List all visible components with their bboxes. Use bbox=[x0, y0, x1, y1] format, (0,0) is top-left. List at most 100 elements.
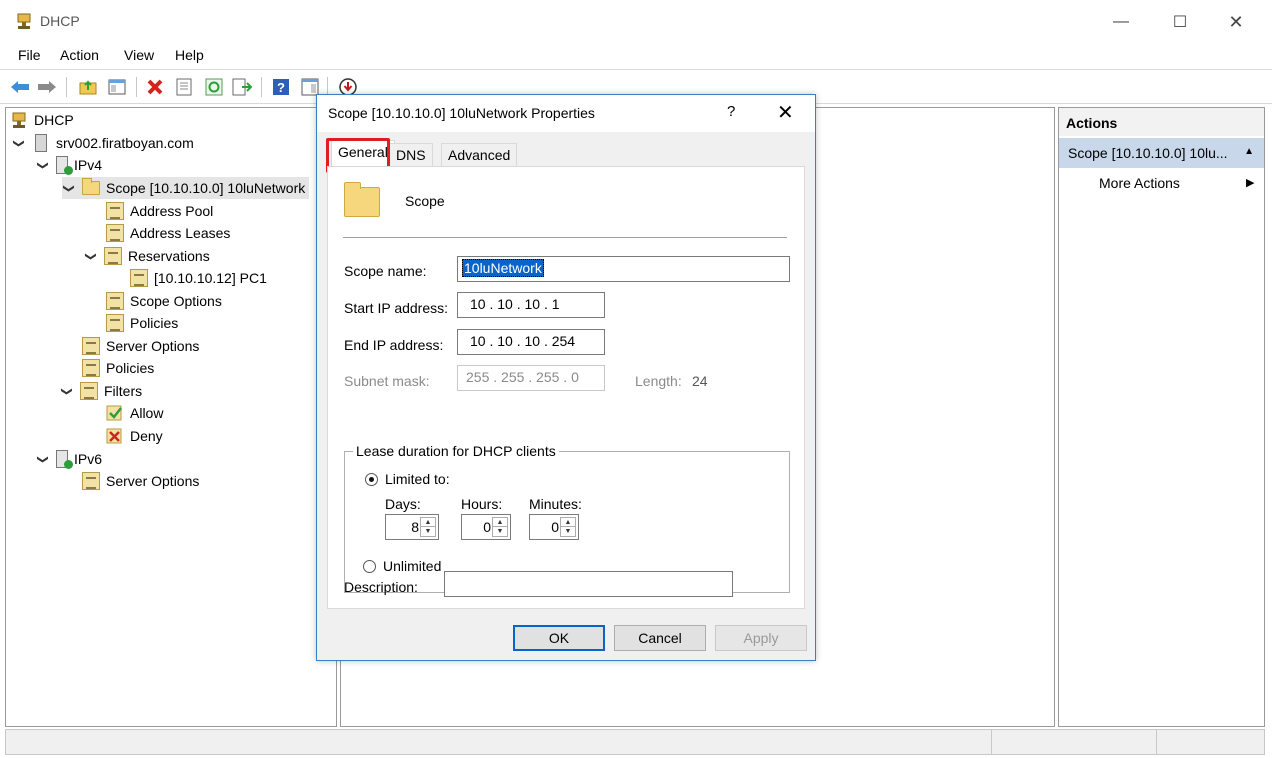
tree-item-dhcp[interactable]: DHCP bbox=[10, 109, 74, 131]
dialog-help-button[interactable]: ? bbox=[727, 103, 735, 120]
chevron-down-icon[interactable]: ❯ bbox=[61, 384, 74, 398]
close-window-button[interactable]: ✕ bbox=[1213, 8, 1259, 36]
description-label: Description: bbox=[344, 579, 418, 595]
tree-item-filters[interactable]: ❯ Filters bbox=[60, 380, 142, 402]
allow-icon bbox=[106, 405, 122, 421]
spin-down-icon[interactable]: ▼ bbox=[493, 527, 507, 536]
forward-arrow-icon[interactable] bbox=[36, 76, 58, 98]
end-ip-label: End IP address: bbox=[344, 337, 444, 353]
cancel-button[interactable]: Cancel bbox=[614, 625, 706, 651]
scope-properties-dialog: Scope [10.10.10.0] 10luNetwork Propertie… bbox=[316, 94, 816, 661]
tree-label: Reservations bbox=[128, 248, 210, 264]
menu-action[interactable]: Action bbox=[58, 47, 101, 63]
chevron-down-icon[interactable]: ❯ bbox=[13, 136, 26, 150]
dialog-close-button[interactable]: ✕ bbox=[777, 100, 794, 125]
spin-up-icon[interactable]: ▲ bbox=[561, 518, 575, 527]
tree-item-server-options[interactable]: Server Options bbox=[82, 335, 199, 357]
tree-label: Address Leases bbox=[130, 225, 231, 241]
minimize-button[interactable]: — bbox=[1098, 8, 1144, 36]
tree-item-ipv6[interactable]: ❯ IPv6 bbox=[36, 448, 102, 470]
actions-scope-section[interactable]: Scope [10.10.10.0] 10lu... ▲ bbox=[1059, 138, 1264, 168]
tree-item-ipv6-server-options[interactable]: Server Options bbox=[82, 470, 199, 492]
general-tab-panel: Scope Scope name: 10luNetwork Start IP a… bbox=[327, 166, 805, 609]
tree-item-ipv4[interactable]: ❯ IPv4 bbox=[36, 154, 102, 176]
more-actions-item[interactable]: More Actions bbox=[1099, 175, 1180, 191]
filters-icon bbox=[80, 382, 98, 400]
chevron-down-icon[interactable]: ❯ bbox=[37, 452, 50, 466]
actions-pane: Actions Scope [10.10.10.0] 10lu... ▲ Mor… bbox=[1058, 107, 1265, 727]
menu-view[interactable]: View bbox=[122, 47, 156, 63]
spin-down-icon[interactable]: ▼ bbox=[421, 527, 435, 536]
end-ip-field[interactable]: 10 . 10 . 10 . 254 bbox=[457, 329, 605, 355]
lease-duration-legend: Lease duration for DHCP clients bbox=[353, 443, 559, 459]
hours-label: Hours: bbox=[461, 496, 503, 512]
server-options-icon bbox=[82, 472, 100, 490]
scope-options-icon bbox=[106, 292, 124, 310]
start-ip-field[interactable]: 10 . 10 . 10 . 1 bbox=[457, 292, 605, 318]
tree-item-scope-options[interactable]: Scope Options bbox=[106, 290, 222, 312]
tree-label: Policies bbox=[130, 315, 179, 331]
toolbar-separator bbox=[136, 77, 137, 97]
tree-label: IPv6 bbox=[74, 451, 103, 467]
tree-item-policies[interactable]: Policies bbox=[82, 357, 154, 379]
unlimited-label: Unlimited bbox=[383, 558, 442, 574]
tree-item-address-pool[interactable]: Address Pool bbox=[106, 200, 213, 222]
minutes-spin-buttons[interactable]: ▲ ▼ bbox=[560, 517, 576, 537]
dhcp-app-icon bbox=[17, 13, 31, 29]
subnet-mask-field: 255 . 255 . 255 . 0 bbox=[457, 365, 605, 391]
tree-label: Server Options bbox=[106, 473, 200, 489]
reservation-icon bbox=[130, 269, 148, 287]
tree-item-address-leases[interactable]: Address Leases bbox=[106, 222, 230, 244]
back-arrow-icon[interactable] bbox=[9, 76, 31, 98]
days-spin-buttons[interactable]: ▲ ▼ bbox=[420, 517, 436, 537]
show-hide-tree-icon[interactable] bbox=[106, 76, 128, 98]
description-field[interactable] bbox=[444, 571, 733, 597]
tree-item-reservations[interactable]: ❯ Reservations bbox=[84, 245, 210, 267]
help-icon[interactable]: ? bbox=[270, 76, 292, 98]
subnet-mask-label: Subnet mask: bbox=[344, 373, 430, 389]
limited-radio[interactable] bbox=[365, 473, 378, 486]
policies-icon bbox=[82, 359, 100, 377]
refresh-icon[interactable] bbox=[203, 76, 225, 98]
server-options-icon bbox=[82, 337, 100, 355]
chevron-down-icon[interactable]: ❯ bbox=[85, 249, 98, 263]
address-leases-icon bbox=[106, 224, 124, 242]
minutes-spinner[interactable]: 0 ▲ ▼ bbox=[529, 514, 579, 540]
tab-dns[interactable]: DNS bbox=[389, 143, 433, 167]
minutes-label: Minutes: bbox=[529, 496, 582, 512]
spin-up-icon[interactable]: ▲ bbox=[493, 518, 507, 527]
hours-spin-buttons[interactable]: ▲ ▼ bbox=[492, 517, 508, 537]
maximize-button[interactable]: ☐ bbox=[1157, 8, 1203, 36]
tree-label: Policies bbox=[106, 360, 155, 376]
up-folder-icon[interactable] bbox=[77, 76, 99, 98]
export-list-icon[interactable] bbox=[231, 76, 253, 98]
properties-icon[interactable] bbox=[173, 76, 195, 98]
actions-scope-label: Scope [10.10.10.0] 10lu... bbox=[1068, 145, 1228, 161]
spin-down-icon[interactable]: ▼ bbox=[561, 527, 575, 536]
tree-item-scope-policies[interactable]: Policies bbox=[106, 312, 178, 334]
spin-up-icon[interactable]: ▲ bbox=[421, 518, 435, 527]
tree-item-deny[interactable]: Deny bbox=[106, 425, 163, 447]
tab-advanced[interactable]: Advanced bbox=[441, 143, 518, 167]
length-value: 24 bbox=[692, 373, 708, 389]
days-spinner[interactable]: 8 ▲ ▼ bbox=[385, 514, 439, 540]
hours-spinner[interactable]: 0 ▲ ▼ bbox=[461, 514, 511, 540]
chevron-down-icon[interactable]: ❯ bbox=[63, 181, 76, 195]
ok-button[interactable]: OK bbox=[513, 625, 605, 651]
chevron-down-icon[interactable]: ❯ bbox=[37, 158, 50, 172]
reservations-icon bbox=[104, 247, 122, 265]
scope-folder-icon bbox=[82, 178, 100, 195]
tree-label: srv002.firatboyan.com bbox=[56, 135, 194, 151]
tree-item-scope[interactable]: ❯ Scope [10.10.10.0] 10luNetwork bbox=[62, 177, 310, 199]
server-icon bbox=[35, 134, 47, 152]
delete-icon[interactable] bbox=[144, 76, 166, 98]
tree-item-reservation-pc1[interactable]: [10.10.10.12] PC1 bbox=[130, 267, 267, 289]
collapse-triangle-icon[interactable]: ▲ bbox=[1244, 146, 1254, 157]
tree-item-allow[interactable]: Allow bbox=[106, 402, 163, 424]
tree-item-server[interactable]: ❯ srv002.firatboyan.com bbox=[12, 132, 194, 154]
scope-name-value: 10luNetwork bbox=[462, 259, 544, 277]
menu-file[interactable]: File bbox=[16, 47, 43, 63]
menu-help[interactable]: Help bbox=[173, 47, 206, 63]
unlimited-radio[interactable] bbox=[363, 560, 376, 573]
scope-name-field[interactable]: 10luNetwork bbox=[457, 256, 790, 282]
